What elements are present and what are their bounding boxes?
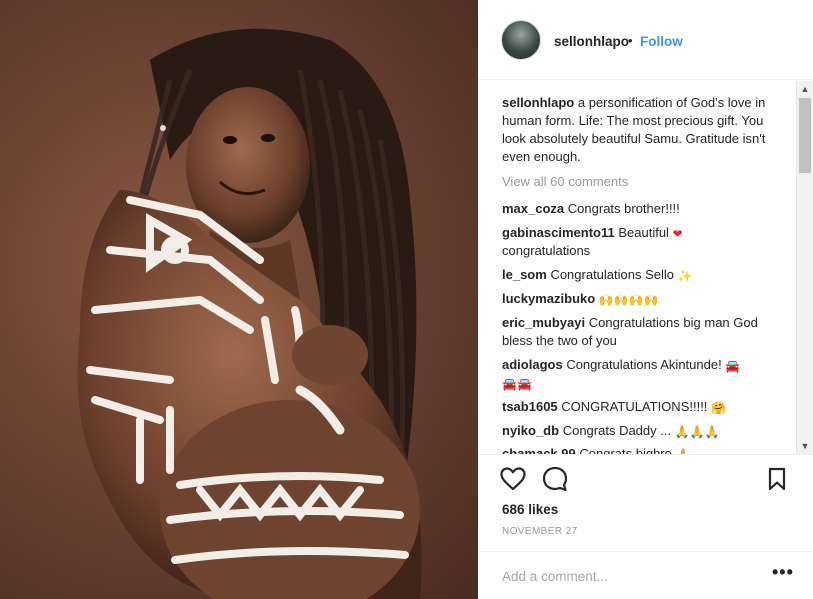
post-photo[interactable] <box>0 0 478 599</box>
comment-item: gabinascimento11 Beautiful ❤ congratulat… <box>502 224 778 260</box>
comment-item: eric_mubyayi Congratulations big man God… <box>502 314 778 350</box>
caption: sellonhlapo a personification of God's l… <box>502 94 778 166</box>
comment-username[interactable]: luckymazibuko <box>502 291 595 306</box>
comment-text: Congrats brother!!!! <box>567 201 680 216</box>
add-comment-row: ••• <box>478 551 813 599</box>
comment-item: max_coza Congrats brother!!!! <box>502 200 778 218</box>
follow-button[interactable]: Follow <box>640 34 683 49</box>
comment-username[interactable]: le_som <box>502 267 547 282</box>
post-actions: 686 likes NOVEMBER 27 ••• <box>478 454 813 599</box>
comment-text: Congrats Daddy ... <box>562 423 672 438</box>
comment-item: chamack.99 Congrats bighro 🙏 <box>502 445 778 454</box>
likes-count[interactable]: 686 likes <box>502 502 558 517</box>
speech-bubble-icon[interactable] <box>542 466 568 497</box>
comment-username[interactable]: nyiko_db <box>502 423 559 438</box>
add-comment-input[interactable] <box>502 566 752 586</box>
comment-username[interactable]: gabinascimento11 <box>502 225 615 240</box>
car-emoji-icon: 🚘🚘 <box>502 377 532 391</box>
bookmark-icon[interactable] <box>768 467 786 496</box>
comment-item: luckymazibuko 🙌🙌🙌🙌 <box>502 290 778 308</box>
comment-username[interactable]: chamack.99 <box>502 446 576 454</box>
heart-emoji-icon: ❤ <box>672 227 683 241</box>
comment-username[interactable]: adiolagos <box>502 357 563 372</box>
comment-text-continued: congratulations <box>502 243 591 258</box>
scroll-up-arrow-icon[interactable]: ▲ <box>797 81 813 97</box>
more-options-icon[interactable]: ••• <box>772 562 794 583</box>
praying-hands-emoji-icon: 🙏🙏🙏 <box>674 425 720 439</box>
comment-username[interactable]: eric_mubyayi <box>502 315 585 330</box>
comment-username[interactable]: tsab1605 <box>502 399 558 414</box>
hugging-face-emoji-icon: 🤗 <box>711 401 727 415</box>
comment-item: adiolagos Congratulations Akintunde! 🚘 🚘… <box>502 356 778 392</box>
comments-scrollbar[interactable]: ▲ ▼ <box>796 81 813 454</box>
avatar[interactable] <box>501 20 541 60</box>
heart-outline-icon[interactable] <box>500 467 526 496</box>
car-emoji-icon: 🚘 <box>725 359 741 373</box>
comment-text: Congrats bighro <box>579 446 672 454</box>
scrollbar-thumb[interactable] <box>799 98 811 173</box>
comments-list[interactable]: sellonhlapo a personification of God's l… <box>478 81 813 454</box>
comment-text: Beautiful <box>618 225 669 240</box>
comment-text: Congratulations Sello <box>550 267 675 282</box>
caption-username[interactable]: sellonhlapo <box>502 95 574 110</box>
post-header: sellonhlapo • Follow <box>478 0 813 80</box>
comment-item: le_som Congratulations Sello ✨ <box>502 266 778 284</box>
comment-item: tsab1605 CONGRATULATIONS!!!!! 🤗 <box>502 398 778 416</box>
header-username[interactable]: sellonhlapo <box>554 34 629 49</box>
comment-item: nyiko_db Congrats Daddy ... 🙏🙏🙏 <box>502 422 778 440</box>
header-separator-dot: • <box>628 33 633 48</box>
raised-hands-emoji-icon: 🙌🙌🙌🙌 <box>598 293 659 307</box>
sparkles-emoji-icon: ✨ <box>677 269 693 283</box>
comment-username[interactable]: max_coza <box>502 201 564 216</box>
scroll-down-arrow-icon[interactable]: ▼ <box>797 438 813 454</box>
comment-text: Congratulations Akintunde! <box>566 357 722 372</box>
comment-text: CONGRATULATIONS!!!!! <box>561 399 708 414</box>
view-all-comments-link[interactable]: View all 60 comments <box>502 173 628 191</box>
post-date: NOVEMBER 27 <box>502 526 578 537</box>
post-side-panel: sellonhlapo • Follow sellonhlapo a perso… <box>478 0 813 599</box>
post-image <box>77 28 422 599</box>
